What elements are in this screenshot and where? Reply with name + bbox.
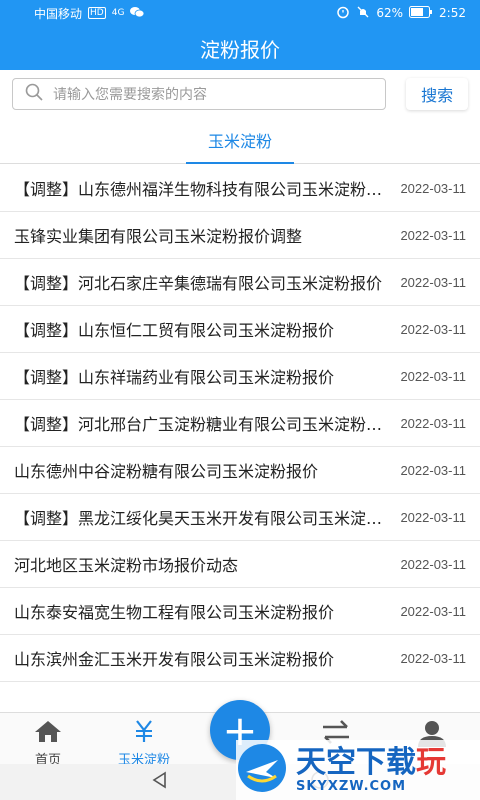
watermark-url: SKYXZW.COM bbox=[296, 778, 407, 794]
list-item-title: 【调整】河北石家庄辛集德瑞有限公司玉米淀粉报价 bbox=[14, 274, 383, 293]
status-bar: 中国移动 HD 4G 62% 2:52 bbox=[0, 0, 480, 26]
list-item-title: 【调整】山东德州福洋生物科技有限公司玉米淀粉报价 bbox=[14, 180, 397, 199]
watermark: 天空下载玩 SKYXZW.COM bbox=[236, 740, 480, 800]
alarm-icon bbox=[336, 5, 350, 22]
list-item-date: 2022-03-11 bbox=[400, 556, 466, 572]
status-right: 62% 2:52 bbox=[336, 5, 466, 22]
list-item[interactable]: 【调整】山东德州福洋生物科技有限公司玉米淀粉报价 2022-03-11 bbox=[0, 165, 480, 212]
list-item[interactable]: 【调整】河北石家庄辛集德瑞有限公司玉米淀粉报价 2022-03-11 bbox=[0, 259, 480, 306]
list-item-title: 山东德州中谷淀粉糖有限公司玉米淀粉报价 bbox=[14, 462, 319, 481]
list-item-title: 玉锋实业集团有限公司玉米淀粉报价调整 bbox=[14, 227, 303, 246]
nav-item-home[interactable]: 首页 bbox=[0, 713, 96, 768]
price-list: 【调整】山东德州福洋生物科技有限公司玉米淀粉报价 2022-03-11 玉锋实业… bbox=[0, 165, 480, 682]
list-item[interactable]: 【调整】河北邢台广玉淀粉糖业有限公司玉米淀粉报价 2022-03-11 bbox=[0, 400, 480, 447]
battery-percent: 62% bbox=[376, 6, 404, 20]
app-header: 淀粉报价 bbox=[0, 26, 480, 70]
list-item[interactable]: 山东滨州金汇玉米开发有限公司玉米淀粉报价 2022-03-11 bbox=[0, 635, 480, 682]
list-item-date: 2022-03-11 bbox=[400, 368, 466, 384]
battery-icon bbox=[409, 5, 433, 21]
status-left: 中国移动 HD 4G bbox=[34, 5, 145, 22]
list-item-title: 【调整】山东祥瑞药业有限公司玉米淀粉报价 bbox=[14, 368, 335, 387]
list-item[interactable]: 【调整】山东恒仁工贸有限公司玉米淀粉报价 2022-03-11 bbox=[0, 306, 480, 353]
list-item-date: 2022-03-11 bbox=[400, 509, 466, 525]
tab-corn-starch[interactable]: 玉米淀粉 bbox=[186, 118, 294, 164]
search-button[interactable]: 搜索 bbox=[406, 78, 468, 110]
wechat-icon bbox=[130, 6, 145, 21]
yuan-icon bbox=[130, 719, 158, 747]
list-item-title: 【调整】黑龙江绥化昊天玉米开发有限公司玉米淀粉报价 bbox=[14, 509, 397, 528]
back-icon[interactable] bbox=[150, 770, 170, 794]
clock: 2:52 bbox=[439, 6, 466, 20]
list-item[interactable]: 【调整】山东祥瑞药业有限公司玉米淀粉报价 2022-03-11 bbox=[0, 353, 480, 400]
list-item[interactable]: 【调整】黑龙江绥化昊天玉米开发有限公司玉米淀粉报价 2022-03-11 bbox=[0, 494, 480, 541]
list-item-date: 2022-03-11 bbox=[400, 227, 466, 243]
search-row: 请输入您需要搜索的内容 搜索 bbox=[0, 70, 480, 118]
list-item[interactable]: 玉锋实业集团有限公司玉米淀粉报价调整 2022-03-11 bbox=[0, 212, 480, 259]
list-item-date: 2022-03-11 bbox=[400, 462, 466, 478]
list-item-date: 2022-03-11 bbox=[400, 180, 466, 196]
list-item-title: 山东滨州金汇玉米开发有限公司玉米淀粉报价 bbox=[14, 650, 335, 669]
list-item-date: 2022-03-11 bbox=[400, 321, 466, 337]
home-icon bbox=[33, 719, 63, 747]
nav-item-corn-starch[interactable]: 玉米淀粉 bbox=[96, 713, 192, 768]
watermark-title-main: 天空下载 bbox=[296, 744, 416, 780]
carrier-label: 中国移动 bbox=[34, 6, 83, 21]
watermark-logo-icon bbox=[236, 742, 288, 798]
list-item[interactable]: 河北地区玉米淀粉市场报价动态 2022-03-11 bbox=[0, 541, 480, 588]
list-item-title: 【调整】山东恒仁工贸有限公司玉米淀粉报价 bbox=[14, 321, 335, 340]
search-input[interactable]: 请输入您需要搜索的内容 bbox=[12, 78, 387, 110]
hd-badge: HD bbox=[88, 7, 106, 19]
list-item[interactable]: 山东泰安福宽生物工程有限公司玉米淀粉报价 2022-03-11 bbox=[0, 588, 480, 635]
watermark-title: 天空下载玩 bbox=[296, 744, 446, 780]
page-title: 淀粉报价 bbox=[200, 37, 280, 62]
list-item[interactable]: 山东德州中谷淀粉糖有限公司玉米淀粉报价 2022-03-11 bbox=[0, 447, 480, 494]
list-item-title: 河北地区玉米淀粉市场报价动态 bbox=[14, 556, 239, 575]
search-placeholder: 请输入您需要搜索的内容 bbox=[53, 87, 207, 103]
mute-icon bbox=[356, 5, 370, 22]
search-icon bbox=[25, 83, 43, 105]
category-tabs: 玉米淀粉 bbox=[0, 118, 480, 164]
watermark-title-accent: 玩 bbox=[416, 744, 446, 780]
list-item-date: 2022-03-11 bbox=[400, 603, 466, 619]
list-item-date: 2022-03-11 bbox=[400, 274, 466, 290]
list-item-title: 【调整】河北邢台广玉淀粉糖业有限公司玉米淀粉报价 bbox=[14, 415, 397, 434]
signal-label: 4G bbox=[111, 8, 125, 18]
list-item-date: 2022-03-11 bbox=[400, 650, 466, 666]
list-item-title: 山东泰安福宽生物工程有限公司玉米淀粉报价 bbox=[14, 603, 335, 622]
list-item-date: 2022-03-11 bbox=[400, 415, 466, 431]
watermark-text: 天空下载玩 SKYXZW.COM bbox=[296, 744, 446, 794]
